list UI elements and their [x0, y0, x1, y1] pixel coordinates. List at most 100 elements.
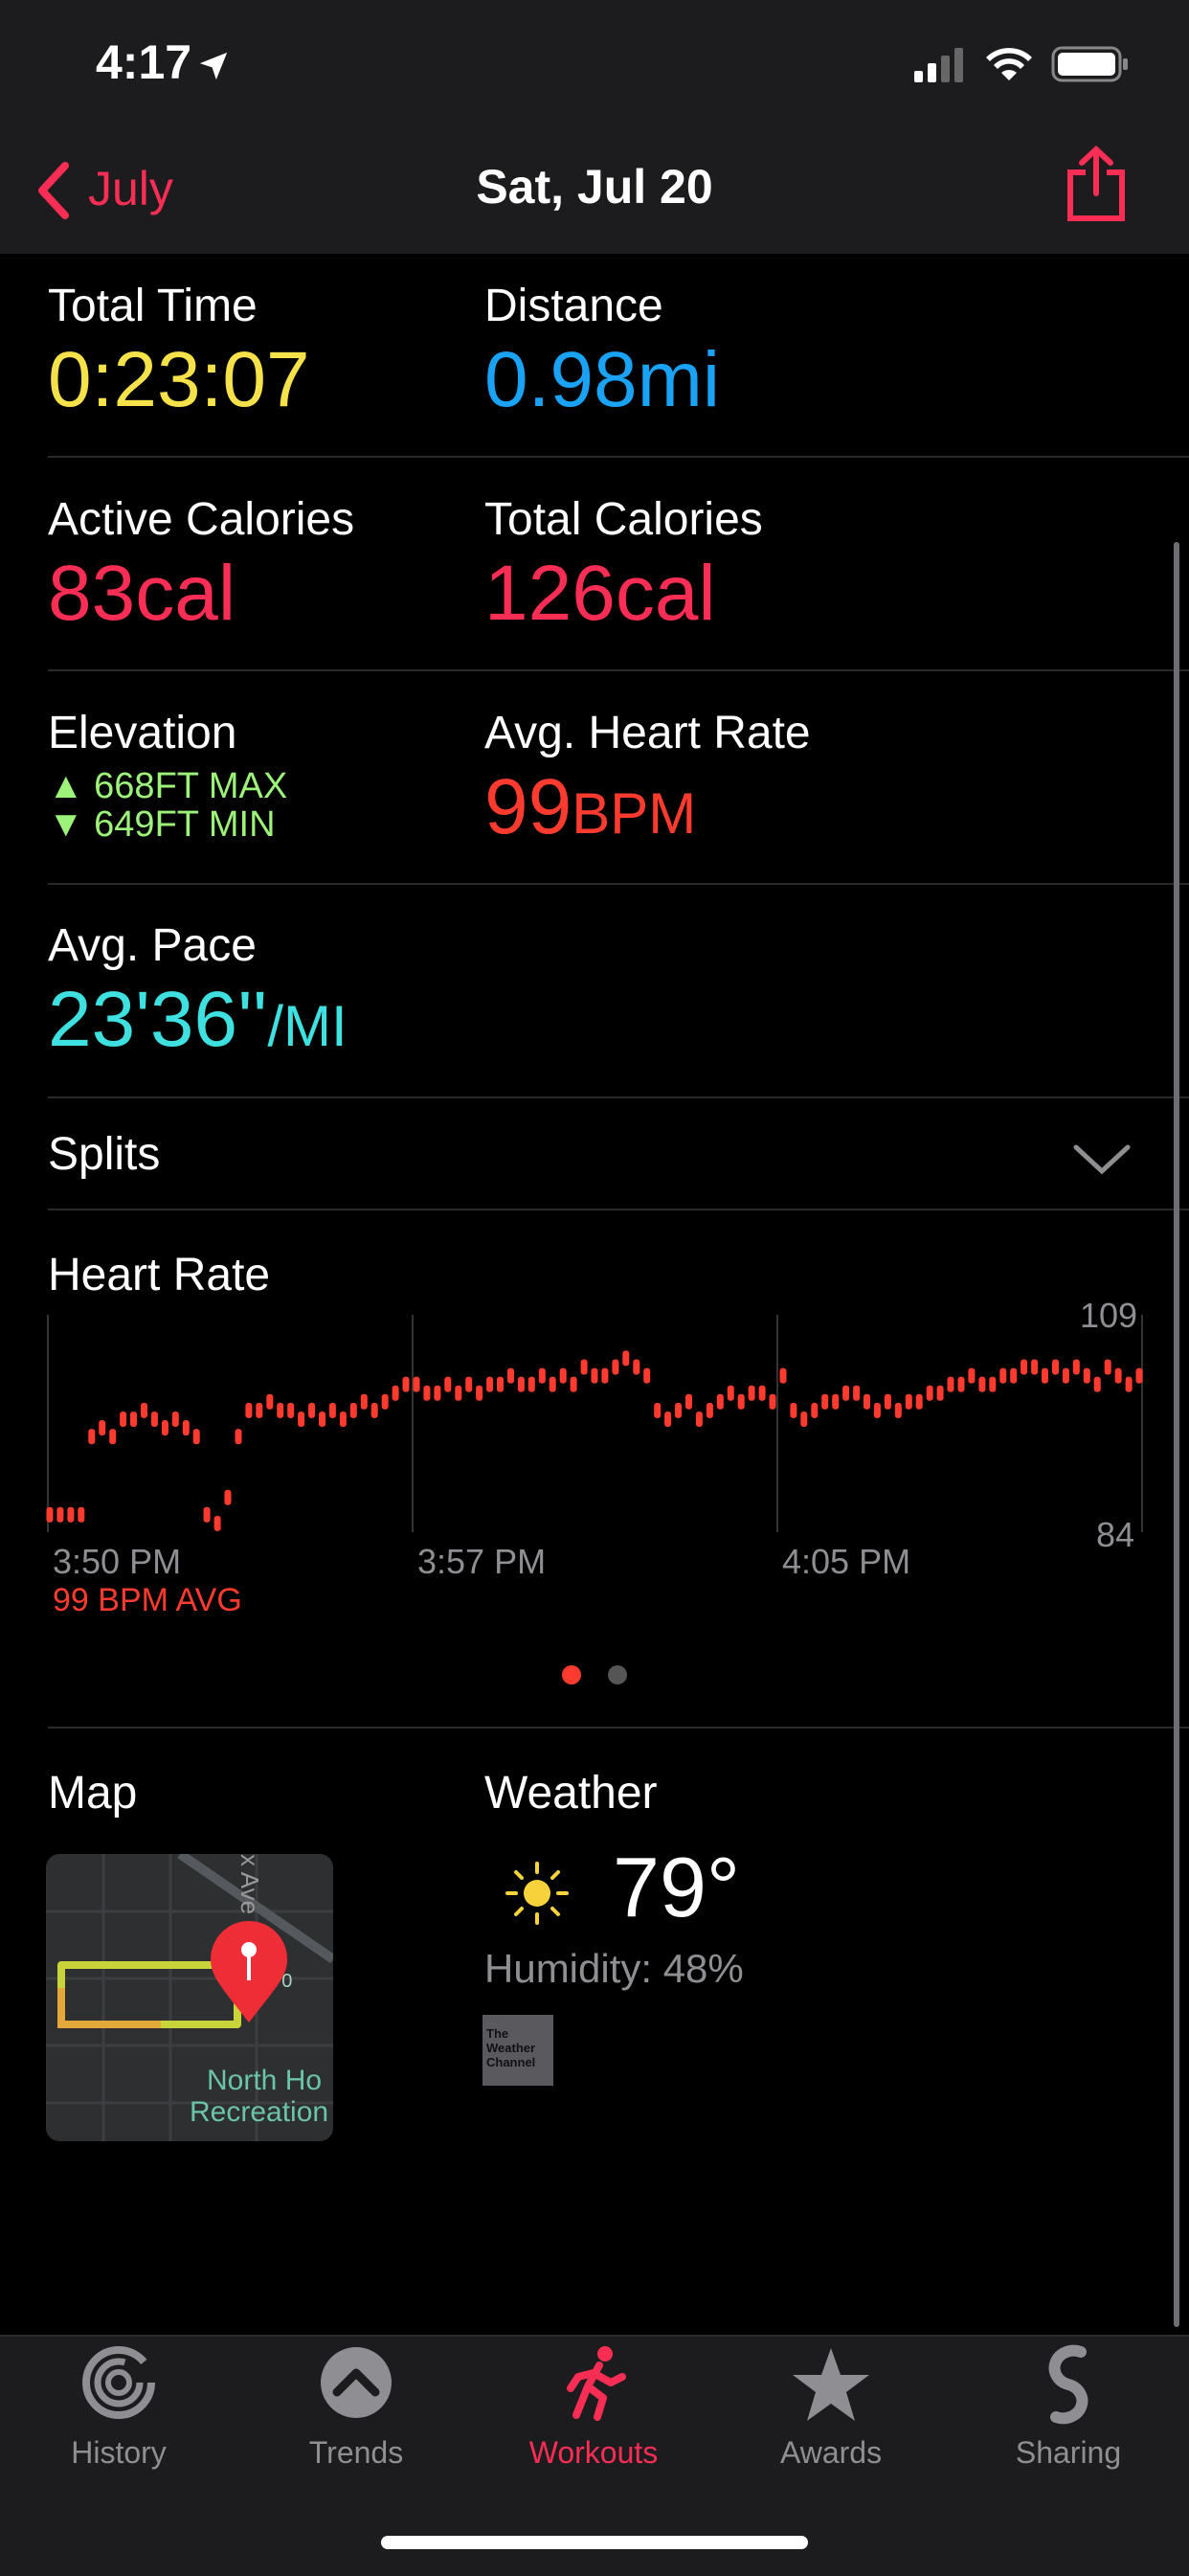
- heart-rate-point: [800, 1412, 808, 1427]
- heart-rate-point: [1114, 1367, 1122, 1384]
- tab-trends[interactable]: [237, 2344, 475, 2426]
- heart-rate-point: [360, 1393, 368, 1410]
- heart-rate-point: [989, 1376, 997, 1392]
- page-title: Sat, Jul 20: [476, 160, 713, 214]
- sharing-icon: [1048, 2344, 1088, 2425]
- battery-icon: [1051, 46, 1128, 82]
- heart-rate-point: [517, 1376, 525, 1392]
- heart-rate-point: [1042, 1367, 1048, 1384]
- heart-rate-point: [675, 1402, 682, 1418]
- heart-rate-point: [580, 1359, 588, 1375]
- avg-heart-rate-label: Avg. Heart Rate: [484, 708, 811, 758]
- tab-sharing[interactable]: [950, 2344, 1187, 2429]
- heart-rate-point: [1072, 1359, 1080, 1375]
- heart-rate-point: [612, 1359, 619, 1375]
- heart-rate-point: [727, 1385, 734, 1401]
- avg-heart-rate-value-group: 99BPM: [484, 762, 696, 852]
- heart-rate-point: [1135, 1367, 1143, 1384]
- heart-rate-point: [790, 1402, 797, 1418]
- distance-label: Distance: [484, 281, 663, 331]
- heart-rate-point: [905, 1393, 912, 1410]
- heart-rate-point: [507, 1367, 514, 1384]
- chevron-down-icon[interactable]: [1072, 1141, 1132, 1176]
- splits-row[interactable]: [0, 1098, 1189, 1209]
- page-dot[interactable]: [608, 1665, 627, 1684]
- heart-rate-point: [664, 1412, 672, 1427]
- share-icon[interactable]: [1065, 146, 1128, 222]
- heart-rate-point: [527, 1376, 535, 1392]
- heart-rate-point: [737, 1393, 745, 1410]
- heart-rate-point: [1021, 1359, 1028, 1375]
- heart-rate-point: [192, 1429, 200, 1445]
- heart-rate-point: [392, 1385, 399, 1401]
- weather-temperature: 79°: [613, 1840, 741, 1934]
- heart-rate-point: [1125, 1376, 1133, 1392]
- heart-rate-point: [497, 1376, 504, 1392]
- heart-rate-point: [381, 1393, 389, 1410]
- heart-rate-point: [266, 1393, 274, 1410]
- chart-average-label: 99 BPM AVG: [53, 1582, 242, 1618]
- tab-label[interactable]: Trends: [237, 2435, 475, 2471]
- divider: [48, 669, 1189, 671]
- heart-rate-point: [235, 1429, 242, 1445]
- heart-rate-point: [46, 1506, 54, 1523]
- heart-rate-point: [67, 1506, 75, 1523]
- heart-rate-point: [936, 1385, 944, 1401]
- heart-rate-point: [402, 1376, 410, 1392]
- heart-rate-point: [1010, 1367, 1018, 1384]
- divider: [48, 1209, 1189, 1210]
- tab-label[interactable]: Workouts: [475, 2435, 712, 2471]
- heart-rate-point: [413, 1376, 420, 1392]
- divider: [48, 1727, 1189, 1729]
- heart-rate-chart[interactable]: [0, 1302, 1189, 1551]
- heart-rate-point: [853, 1385, 861, 1401]
- heart-rate-point: [339, 1412, 347, 1427]
- heart-rate-point: [423, 1385, 431, 1401]
- heart-rate-point: [109, 1429, 117, 1445]
- tab-label[interactable]: Sharing: [950, 2435, 1187, 2471]
- tab-workouts[interactable]: [475, 2344, 712, 2426]
- heart-rate-point: [277, 1402, 284, 1418]
- heart-rate-point: [915, 1393, 923, 1410]
- active-calories-value: 83cal: [48, 550, 236, 637]
- map-area-label: Recreation: [190, 2096, 329, 2128]
- heart-rate-point: [832, 1393, 840, 1410]
- heart-rate-point: [695, 1412, 703, 1427]
- heart-rate-point: [161, 1420, 168, 1435]
- map-thumbnail[interactable]: 170 x Ave North Ho Recreation: [46, 1854, 333, 2141]
- heart-rate-point: [141, 1402, 147, 1418]
- heart-rate-point: [894, 1402, 902, 1418]
- scroll-indicator[interactable]: [1174, 542, 1179, 2327]
- active-calories-label: Active Calories: [48, 494, 355, 545]
- location-arrow-icon: [199, 52, 228, 80]
- chart-y-max-label: 109: [1080, 1296, 1138, 1335]
- heart-rate-point: [486, 1376, 494, 1392]
- map-area-label: North Ho: [207, 2065, 323, 2096]
- heart-rate-point: [758, 1385, 766, 1401]
- heart-rate-point: [56, 1506, 64, 1523]
- tab-label[interactable]: History: [0, 2435, 237, 2471]
- avg-pace-unit: /MI: [267, 994, 348, 1058]
- tab-label[interactable]: Awards: [712, 2435, 950, 2471]
- heart-rate-point: [213, 1515, 221, 1531]
- tab-history[interactable]: [0, 2344, 237, 2426]
- heart-rate-point: [256, 1402, 263, 1418]
- page-dot-active[interactable]: [562, 1665, 581, 1684]
- home-indicator[interactable]: [381, 2536, 808, 2549]
- chart-y-min-label: 84: [1096, 1515, 1135, 1554]
- tab-awards[interactable]: [712, 2344, 950, 2429]
- heart-rate-point: [769, 1393, 776, 1410]
- heart-rate-point: [1052, 1359, 1059, 1375]
- heart-rate-point: [873, 1402, 881, 1418]
- heart-rate-point: [287, 1402, 295, 1418]
- heart-rate-point: [842, 1385, 850, 1401]
- cellular-signal-icon: [914, 48, 963, 82]
- heart-rate-point: [549, 1376, 556, 1392]
- heart-rate-point: [706, 1402, 713, 1418]
- heart-rate-point: [811, 1402, 819, 1418]
- awards-star-icon: [793, 2348, 869, 2421]
- heart-rate-point: [319, 1412, 325, 1427]
- heart-rate-point: [926, 1385, 933, 1401]
- map-label: Map: [48, 1768, 138, 1819]
- weather-humidity: Humidity: 48%: [484, 1946, 744, 1991]
